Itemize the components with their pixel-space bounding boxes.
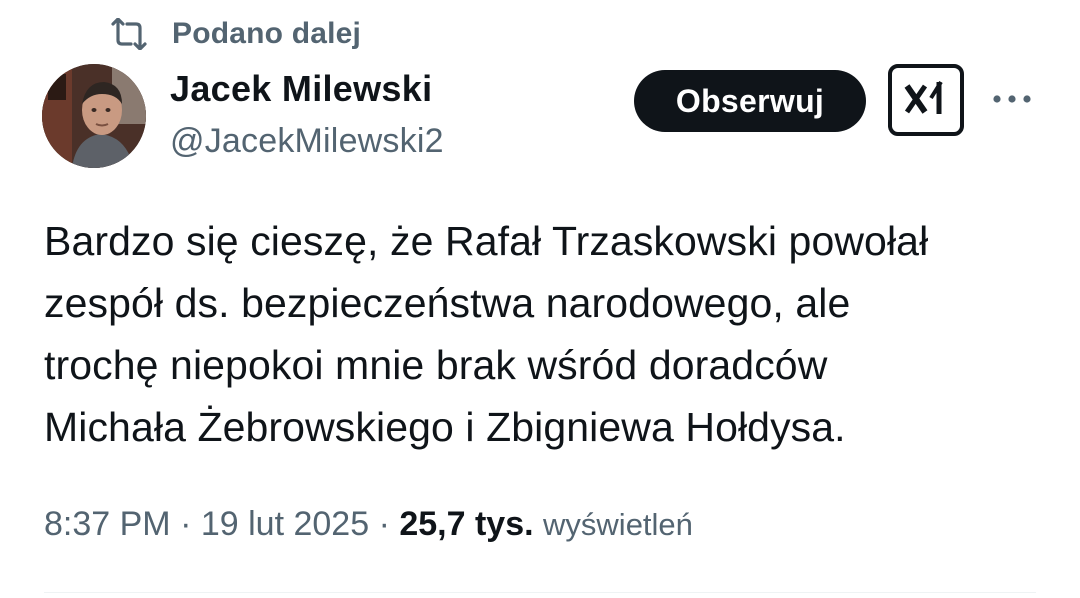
views-count[interactable]: 25,7 tys. bbox=[399, 505, 533, 543]
tweet-card: Podano dalej Jacek Milewski @JacekMilews… bbox=[0, 0, 1080, 598]
grok-icon bbox=[903, 78, 949, 123]
user-info[interactable]: Jacek Milewski @JacekMilewski2 bbox=[170, 66, 444, 164]
grok-button[interactable] bbox=[888, 64, 964, 136]
avatar[interactable] bbox=[42, 64, 146, 168]
user-handle[interactable]: @JacekMilewski2 bbox=[170, 118, 444, 164]
divider bbox=[44, 592, 1036, 593]
repost-indicator[interactable]: Podano dalej bbox=[108, 14, 361, 54]
tweet-text: Bardzo się cieszę, że Rafał Trzaskowski … bbox=[44, 210, 1044, 458]
repost-icon bbox=[108, 16, 150, 52]
tweet-text-line: Bardzo się cieszę, że Rafał Trzaskowski … bbox=[44, 218, 929, 264]
views-label: wyświetleń bbox=[543, 507, 693, 542]
tweet-text-line: Michała Żebrowskiego i Zbigniewa Hołdysa… bbox=[44, 404, 846, 450]
tweet-text-line: zespół ds. bezpieczeństwa narodowego, al… bbox=[44, 280, 851, 326]
meta-separator: · bbox=[180, 505, 192, 543]
more-button[interactable] bbox=[990, 82, 1034, 118]
display-name[interactable]: Jacek Milewski bbox=[170, 66, 444, 112]
follow-button[interactable]: Obserwuj bbox=[634, 70, 866, 132]
tweet-meta: 8:37 PM · 19 lut 2025 · 25,7 tys. wyświe… bbox=[44, 500, 693, 549]
tweet-date[interactable]: 19 lut 2025 bbox=[201, 505, 369, 543]
meta-separator: · bbox=[378, 505, 390, 543]
tweet-time[interactable]: 8:37 PM bbox=[44, 505, 171, 543]
repost-label: Podano dalej bbox=[172, 17, 362, 50]
more-icon bbox=[992, 91, 1032, 109]
tweet-text-line: trochę niepokoi mnie brak wśród doradców bbox=[44, 342, 828, 388]
